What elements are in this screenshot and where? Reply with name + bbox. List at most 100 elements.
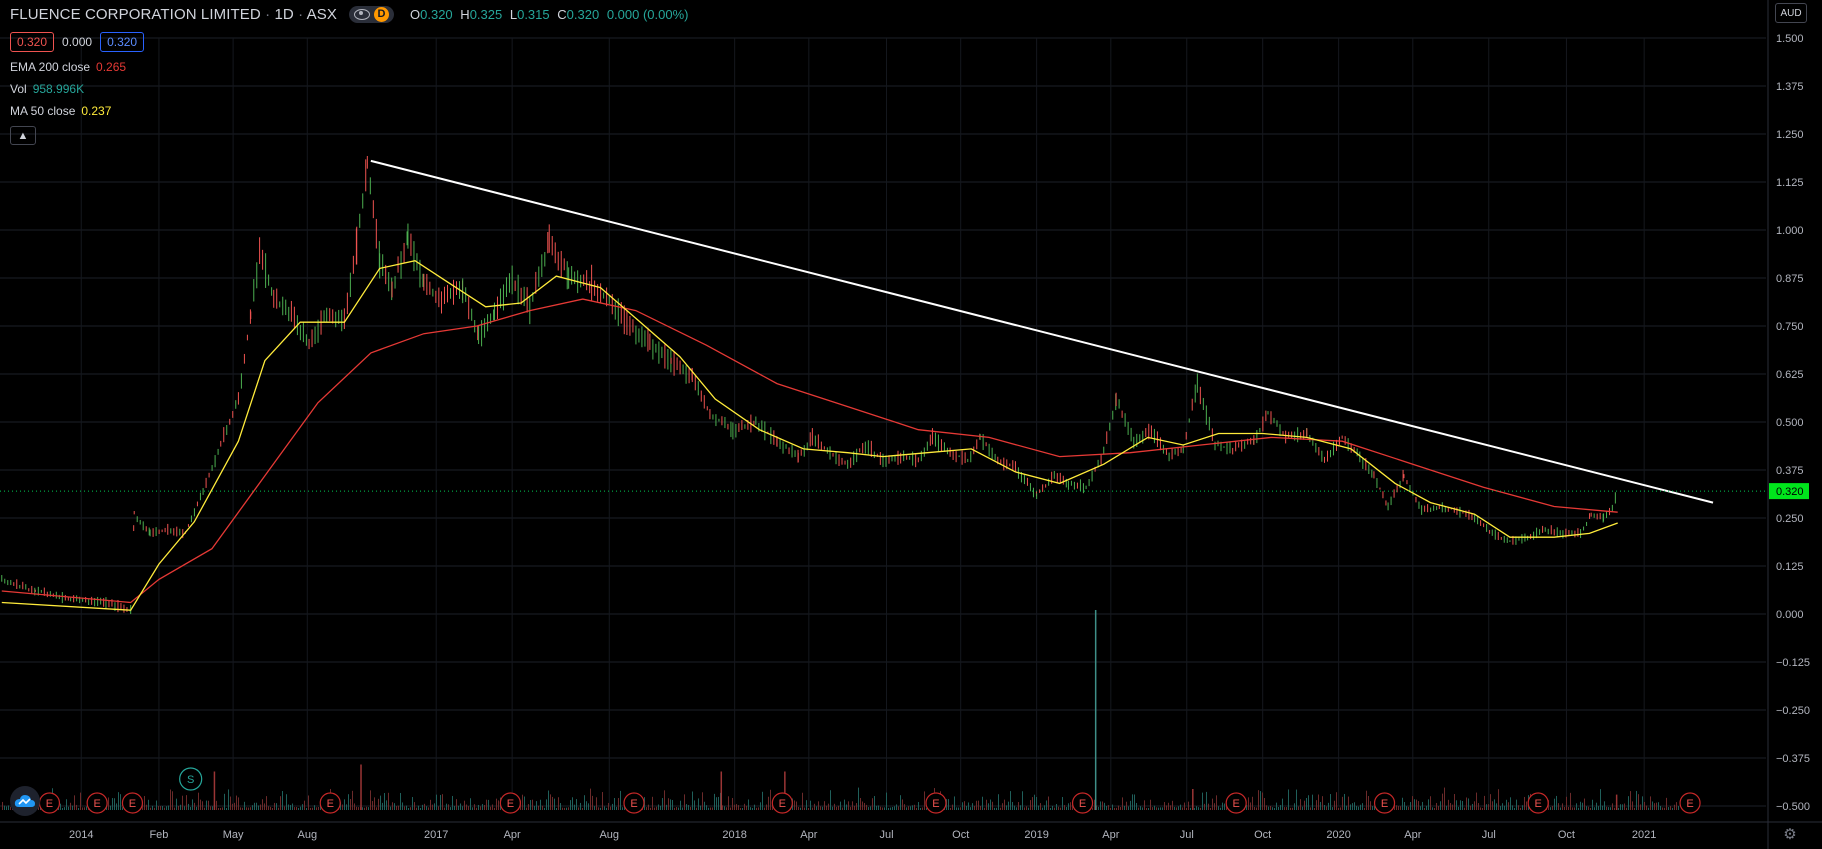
volume-bar — [956, 807, 957, 810]
volume-bar — [574, 804, 575, 810]
volume-bar — [428, 807, 429, 810]
earnings-event-label: E — [630, 798, 637, 810]
volume-bar — [1058, 806, 1059, 810]
volume-bar — [308, 795, 309, 810]
volume-bar — [612, 803, 613, 810]
volume-bar — [826, 805, 827, 810]
volume-bar — [1502, 803, 1503, 810]
ema-indicator[interactable]: EMA 200 close 0.265 — [10, 60, 693, 74]
ema-200-line — [1, 298, 1618, 604]
y-tick-label: 0.375 — [1776, 465, 1804, 477]
volume-bar — [576, 799, 577, 810]
volume-bar — [906, 807, 907, 810]
ma-indicator[interactable]: MA 50 close 0.237 — [10, 104, 693, 118]
volume-bar — [1128, 806, 1129, 810]
volume-bar — [848, 801, 849, 810]
volume-bar — [830, 790, 831, 810]
currency-badge[interactable]: AUD — [1775, 3, 1807, 23]
volume-bar — [742, 807, 743, 810]
volume-bar — [682, 807, 683, 810]
volume-bar — [1262, 792, 1263, 810]
x-tick-label: Oct — [1254, 829, 1271, 841]
volume-bar — [1624, 803, 1625, 810]
volume-bar — [1164, 802, 1165, 810]
volume-bar — [952, 804, 953, 810]
volume-bar — [342, 804, 343, 810]
symbol-name: FLUENCE CORPORATION LIMITED — [10, 5, 261, 23]
volume-bar — [1566, 796, 1567, 810]
volume-bar — [1436, 802, 1437, 810]
volume-bar — [1414, 799, 1415, 810]
volume-bar — [390, 806, 391, 810]
volume-spike — [213, 771, 216, 810]
volume-bar — [1440, 801, 1441, 810]
volume-bar — [1174, 806, 1175, 810]
open-value: 0.320 — [420, 6, 453, 22]
high-value: 0.325 — [469, 6, 503, 22]
volume-bar — [84, 807, 85, 810]
volume-bar — [844, 799, 845, 810]
volume-bar — [524, 796, 525, 810]
volume-bar — [1640, 804, 1641, 810]
volume-bar — [1102, 801, 1103, 810]
status-badge[interactable]: D — [349, 5, 394, 23]
gear-icon[interactable]: ⚙ — [1782, 826, 1798, 843]
volume-bar — [596, 797, 597, 810]
volume-bar — [1162, 807, 1163, 810]
volume-bar — [1170, 805, 1171, 810]
y-tick-label: −0.125 — [1776, 657, 1810, 669]
volume-bar — [256, 802, 257, 810]
volume-bar — [1316, 800, 1317, 810]
volume-bar — [734, 804, 735, 810]
volume-indicator[interactable]: Vol 958.996K — [10, 82, 693, 96]
volume-bar — [1674, 804, 1675, 810]
volume-bar — [300, 806, 301, 810]
eye-icon[interactable] — [354, 8, 370, 20]
volume-bar — [406, 805, 407, 810]
volume-bar — [1428, 799, 1429, 810]
volume-bar — [1250, 802, 1251, 810]
volume-bar — [378, 798, 379, 810]
volume-bar — [814, 803, 815, 810]
volume-spike — [360, 764, 362, 810]
volume-bar — [964, 801, 965, 810]
volume-bar — [498, 800, 499, 810]
volume-bar — [988, 803, 989, 810]
volume-bar — [1034, 794, 1035, 810]
volume-bar — [608, 802, 609, 810]
volume-bar — [1032, 797, 1033, 810]
volume-bar — [1594, 807, 1595, 810]
ask-price[interactable]: 0.320 — [100, 32, 145, 52]
y-tick-label: 1.125 — [1776, 177, 1804, 189]
volume-bar — [1510, 797, 1511, 810]
x-tick-label: Apr — [504, 829, 521, 841]
volume-bar — [312, 807, 313, 810]
volume-bar — [966, 805, 967, 810]
volume-bar — [588, 803, 589, 810]
volume-bar — [1578, 807, 1579, 810]
x-tick-label: Jul — [1482, 829, 1496, 841]
volume-bar — [812, 807, 813, 810]
tradingview-cloud-icon[interactable] — [10, 786, 40, 816]
delayed-badge: D — [374, 6, 389, 22]
volume-bar — [454, 805, 455, 810]
volume-bar — [70, 802, 71, 810]
volume-bar — [1184, 802, 1185, 810]
y-tick-label: 0.125 — [1776, 561, 1804, 573]
volume-bar — [298, 807, 299, 810]
volume-bar — [426, 806, 427, 810]
volume-bar — [1194, 807, 1195, 810]
chevron-up-icon[interactable]: ▲ — [10, 126, 36, 145]
earnings-event-label: E — [129, 798, 136, 810]
volume-bar — [1046, 800, 1047, 810]
volume-bar — [192, 799, 193, 810]
volume-bar — [656, 806, 657, 810]
volume-bar — [696, 807, 697, 810]
volume-bar — [1278, 807, 1279, 810]
bid-price[interactable]: 0.320 — [10, 32, 55, 52]
volume-bar — [694, 800, 695, 810]
volume-bar — [1434, 807, 1435, 810]
volume-bar — [248, 807, 249, 810]
volume-bar — [178, 805, 179, 810]
symbol-title[interactable]: FLUENCE CORPORATION LIMITED · 1D · ASX — [10, 6, 337, 23]
